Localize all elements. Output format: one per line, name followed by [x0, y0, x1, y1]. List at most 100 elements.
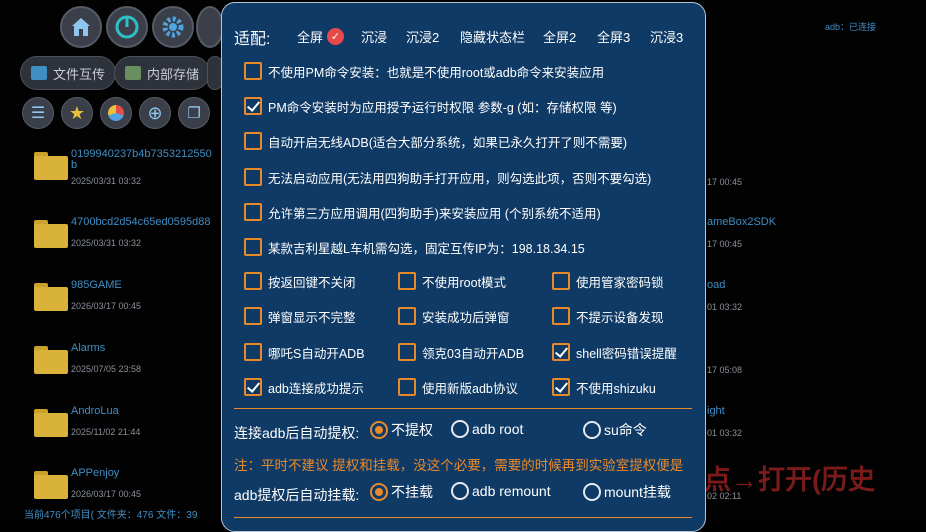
radio-no-elevate[interactable]: 不提权: [370, 420, 433, 440]
option-no-root-mode[interactable]: 不使用root模式: [398, 269, 506, 293]
radio-su-command[interactable]: su命令: [583, 420, 647, 440]
checkbox[interactable]: [398, 272, 416, 290]
option-lynk03-auto-adb[interactable]: 领克03自动开ADB: [398, 340, 524, 364]
checkbox[interactable]: [552, 272, 570, 290]
radio-circle[interactable]: [583, 483, 601, 501]
auto-mount-label: adb提权后自动挂载:: [234, 487, 360, 503]
option-adb-connect-success[interactable]: adb连接成功提示: [244, 375, 364, 399]
file-date: 2026/03/17 00:45: [71, 489, 142, 499]
checkbox[interactable]: [244, 378, 262, 396]
option-label: 允许第三方应用调用(四狗助手)来安装应用 (个别系统不适用): [268, 206, 601, 221]
checkbox[interactable]: [552, 343, 570, 361]
tab-file-transfer[interactable]: 文件互传: [20, 56, 117, 90]
adaptation-label: 适配:: [234, 31, 271, 48]
option-auto-wireless-adb[interactable]: 自动开启无线ADB(适合大部分系统，如果已永久打开了则不需要): [244, 129, 627, 153]
option-label: 无法启动应用(无法用四狗助手打开应用，则勾选此项，否则不要勾选): [268, 171, 652, 186]
mode-immersive[interactable]: 沉浸: [361, 27, 387, 46]
mode-hide-statusbar[interactable]: 隐藏状态栏: [460, 27, 525, 46]
mode-immersive-3[interactable]: 沉浸3: [650, 27, 683, 46]
auto-elevate-label: 连接adb后自动提权:: [234, 425, 360, 441]
checkbox[interactable]: [244, 238, 262, 256]
radio-mount[interactable]: mount挂载: [583, 482, 671, 502]
radio-circle[interactable]: [370, 421, 388, 439]
radio-adb-root[interactable]: adb root: [451, 420, 523, 438]
option-geely-fixed-ip[interactable]: 某款吉利星越L车机需勾选，固定互传IP为：198.18.34.15: [244, 235, 585, 259]
checkbox[interactable]: [244, 97, 262, 115]
option-label: shell密码错误提醒: [576, 346, 677, 361]
file-name: 0199940237b4b7353212550: [71, 148, 212, 160]
checkbox[interactable]: [244, 272, 262, 290]
option-label: 不使用shizuku: [576, 381, 656, 396]
checkbox[interactable]: [244, 62, 262, 80]
home-button[interactable]: [60, 6, 102, 48]
option-neta-s-auto-adb[interactable]: 哪吒S自动开ADB: [244, 340, 365, 364]
gear-icon: [162, 16, 184, 38]
option-shell-password-alert[interactable]: shell密码错误提醒: [552, 340, 677, 364]
option-label: 安装成功后弹窗: [422, 310, 510, 325]
radio-circle[interactable]: [451, 420, 469, 438]
divider: [234, 408, 692, 409]
option-cannot-launch-app[interactable]: 无法启动应用(无法用四狗助手打开应用，则勾选此项，否则不要勾选): [244, 165, 651, 189]
power-button[interactable]: [106, 6, 148, 48]
radio-circle[interactable]: [583, 421, 601, 439]
radio-circle[interactable]: [370, 483, 388, 501]
toolbar-button-partial[interactable]: [196, 6, 224, 48]
file-name: AndroLua: [71, 405, 119, 417]
checkbox[interactable]: [244, 203, 262, 221]
mode-fullscreen-label: 全屏: [297, 30, 324, 45]
add-button[interactable]: ⊕: [139, 97, 171, 129]
file-name-right: ameBox2SDK: [707, 216, 777, 228]
option-label: 使用新版adb协议: [422, 381, 518, 396]
file-name: Alarms: [71, 342, 106, 354]
checkbox[interactable]: [244, 343, 262, 361]
checkbox[interactable]: [398, 307, 416, 325]
checkbox[interactable]: [244, 168, 262, 186]
mode-fullscreen-3[interactable]: 全屏3: [597, 27, 630, 46]
radio-circle[interactable]: [451, 482, 469, 500]
settings-button[interactable]: [152, 6, 194, 48]
storage-chart-button[interactable]: [100, 97, 132, 129]
option-popup-after-install[interactable]: 安装成功后弹窗: [398, 304, 510, 328]
checkbox[interactable]: [244, 307, 262, 325]
mode-fullscreen[interactable]: 全屏 ✓: [297, 27, 345, 46]
checkbox[interactable]: [398, 343, 416, 361]
radio-label: 不挂载: [391, 484, 433, 500]
tab-internal-storage[interactable]: 内部存储: [114, 56, 211, 90]
checkbox[interactable]: [552, 307, 570, 325]
radio-no-mount[interactable]: 不挂载: [370, 482, 433, 502]
mode-fullscreen-2[interactable]: 全屏2: [543, 27, 576, 46]
option-label: 哪吒S自动开ADB: [268, 346, 365, 361]
mode-immersive-2[interactable]: 沉浸2: [406, 27, 439, 46]
file-date-right: 01 03:32: [707, 302, 743, 312]
option-manager-password-lock[interactable]: 使用管家密码锁: [552, 269, 664, 293]
radio-label: su命令: [604, 422, 647, 438]
checkbox[interactable]: [244, 132, 262, 150]
file-name: 4700bcd2d54c65ed0595d88: [71, 216, 211, 228]
radio-adb-remount[interactable]: adb remount: [451, 482, 551, 500]
option-allow-third-party[interactable]: 允许第三方应用调用(四狗助手)来安装应用 (个别系统不适用): [244, 200, 601, 224]
adb-status: adb：已连接: [825, 22, 877, 32]
radio-label: adb root: [472, 421, 524, 437]
selected-check-icon: ✓: [327, 28, 345, 45]
elevate-note: 注：平时不建议 提权和挂载，没这个必要，需要的时候再到实验室提权便是: [234, 458, 684, 473]
checkbox[interactable]: [398, 378, 416, 396]
folder-icon: [34, 220, 68, 248]
share-icon: [31, 66, 47, 80]
file-date: 2026/03/17 00:45: [71, 301, 142, 311]
tab-file-transfer-label: 文件互传: [53, 66, 106, 82]
option-back-no-close[interactable]: 按返回键不关闭: [244, 269, 356, 293]
option-no-shizuku[interactable]: 不使用shizuku: [552, 375, 656, 399]
checkbox[interactable]: [552, 378, 570, 396]
copy-button[interactable]: ❐: [178, 97, 210, 129]
option-label: PM命令安装时为应用授予运行时权限 参数-g (如：存储权限 等): [268, 100, 617, 115]
favorites-button[interactable]: ★: [61, 97, 93, 129]
list-view-button[interactable]: ☰: [22, 97, 54, 129]
option-no-pm-install[interactable]: 不使用PM命令安装：也就是不使用root或adb命令来安装应用: [244, 59, 604, 83]
option-new-adb-protocol[interactable]: 使用新版adb协议: [398, 375, 518, 399]
option-grant-runtime-perms[interactable]: PM命令安装时为应用授予运行时权限 参数-g (如：存储权限 等): [244, 94, 617, 118]
option-no-device-discovery[interactable]: 不提示设备发现: [552, 304, 664, 328]
option-popup-incomplete[interactable]: 弹窗显示不完整: [244, 304, 356, 328]
option-label: 不使用root模式: [422, 275, 507, 290]
plus-icon: ⊕: [147, 102, 163, 123]
folder-icon: [34, 471, 68, 499]
